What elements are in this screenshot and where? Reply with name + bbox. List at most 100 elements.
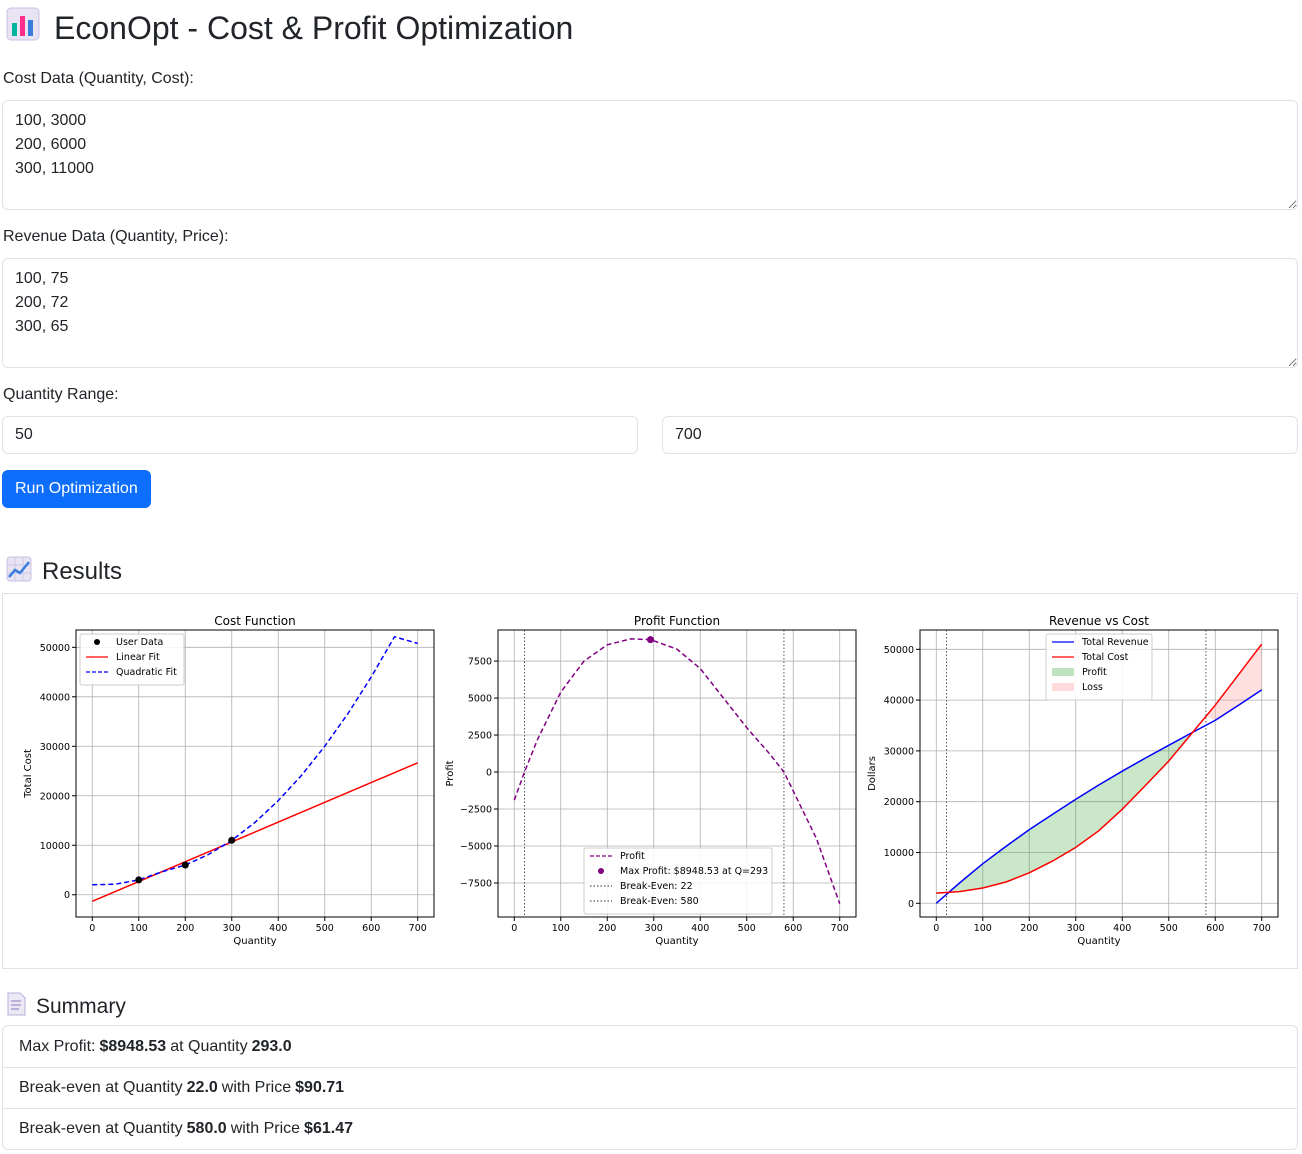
chart-2-y-tick-label: 2500 bbox=[468, 731, 492, 742]
chart-1-x-tick-label: 100 bbox=[130, 923, 148, 934]
chart-1-legend-marker bbox=[94, 639, 100, 645]
chart-3-x-tick-label: 400 bbox=[1113, 923, 1131, 934]
summary-text: with Price bbox=[221, 1079, 292, 1096]
chart-3-x-tick-label: 300 bbox=[1067, 923, 1085, 934]
chart-2-x-tick-label: 400 bbox=[691, 923, 709, 934]
chart-1-y-tick-label: 40000 bbox=[40, 692, 70, 703]
chart-2-legend-label: Break-Even: 22 bbox=[620, 881, 693, 892]
summary-text: with Price bbox=[230, 1120, 301, 1137]
chart-3-x-tick-label: 0 bbox=[933, 923, 939, 934]
chart-3-y-tick-label: 50000 bbox=[884, 645, 914, 656]
chart-1-legend-label: Quadratic Fit bbox=[116, 667, 177, 678]
results-charts: 0 100 200 300 400 500 600 700 0 10000 20000 30000 40… bbox=[2, 593, 1298, 969]
chart-3-y-tick-label: 10000 bbox=[884, 848, 914, 859]
chart-3-legend-label: Total Cost bbox=[1081, 652, 1129, 663]
summary-value: 22.0 bbox=[186, 1079, 218, 1096]
results-heading: Results bbox=[6, 556, 123, 589]
chart-2-x-tick-label: 600 bbox=[784, 923, 802, 934]
chart-2-x-tick-label: 500 bbox=[738, 923, 756, 934]
summary-text: Max Profit: bbox=[19, 1037, 96, 1055]
chart-1-y-tick-label: 0 bbox=[64, 890, 70, 901]
page: EconOpt - Cost & Profit Optimization Cos… bbox=[0, 0, 1302, 1154]
chart-1-y-axis-label: Total Cost bbox=[23, 749, 34, 799]
cost-data-label: Cost Data (Quantity, Cost): bbox=[3, 70, 194, 87]
chart-1-y-tick-label: 20000 bbox=[40, 791, 70, 802]
chart-2-legend-label: Break-Even: 580 bbox=[620, 896, 699, 907]
chart-2-y-tick-label: 5000 bbox=[468, 694, 492, 705]
document-icon bbox=[6, 992, 26, 1022]
chart-2-y-tick-label: 0 bbox=[486, 768, 492, 779]
summary-item-break-even-1: Break-even at Quantity 22.0 with Price $… bbox=[3, 1067, 1297, 1108]
chart-2-x-tick-label: 100 bbox=[552, 923, 570, 934]
summary-item-max-profit: Max Profit: $8948.53 at Quantity 293.0 bbox=[3, 1026, 1297, 1067]
chart-1-data-point bbox=[135, 876, 143, 884]
summary-text: Break-even at Quantity bbox=[19, 1120, 183, 1137]
summary-value: $8948.53 bbox=[99, 1037, 167, 1055]
charts-canvas: 0 100 200 300 400 500 600 700010000200003000040… bbox=[23, 614, 1279, 947]
summary-text: Break-even at Quantity bbox=[19, 1079, 183, 1096]
quantity-max-input[interactable] bbox=[662, 416, 1298, 454]
chart-1-x-tick-label: 200 bbox=[176, 923, 194, 934]
chart-2-title: Profit Function bbox=[634, 614, 720, 628]
chart-3-x-tick-label: 200 bbox=[1020, 923, 1038, 934]
chart-2-x-tick-label: 300 bbox=[645, 923, 663, 934]
summary-value: $61.47 bbox=[304, 1120, 353, 1137]
revenue-data-textarea[interactable]: 100, 75 200, 72 300, 65 bbox=[2, 258, 1298, 368]
chart-1-x-tick-label: 300 bbox=[223, 923, 241, 934]
chart-2-y-axis-label: Profit bbox=[445, 760, 456, 786]
chart-2-y-tick-label: −7500 bbox=[460, 878, 492, 889]
summary-heading: Summary bbox=[6, 992, 126, 1022]
revenue-data-label: Revenue Data (Quantity, Price): bbox=[3, 228, 229, 245]
summary-value: $90.71 bbox=[295, 1079, 345, 1096]
chart-2-x-axis-label: Quantity bbox=[655, 936, 698, 947]
chart-1-data-point bbox=[181, 861, 189, 869]
chart-1-title: Cost Function bbox=[214, 614, 296, 628]
line-chart-icon bbox=[6, 556, 32, 589]
quantity-min-input[interactable] bbox=[2, 416, 638, 454]
chart-3-x-axis-label: Quantity bbox=[1077, 936, 1120, 947]
page-title: EconOpt - Cost & Profit Optimization bbox=[6, 6, 573, 50]
chart-3-legend-label: Total Revenue bbox=[1081, 637, 1149, 648]
run-optimization-button[interactable]: Run Optimization bbox=[2, 470, 151, 508]
chart-3-legend-label: Loss bbox=[1082, 682, 1103, 693]
chart-2-max-profit-point bbox=[646, 636, 654, 644]
summary-value: 293.0 bbox=[251, 1037, 292, 1055]
chart-2-legend-label: Profit bbox=[620, 851, 645, 862]
summary-item-break-even-2: Break-even at Quantity 580.0 with Price … bbox=[3, 1108, 1297, 1149]
chart-1-x-tick-label: 700 bbox=[409, 923, 427, 934]
chart-1-y-tick-label: 30000 bbox=[40, 742, 70, 753]
chart-1-legend-label: User Data bbox=[116, 637, 163, 648]
chart-1-data-point bbox=[228, 836, 236, 844]
chart-2-x-tick-label: 700 bbox=[831, 923, 849, 934]
chart-2-y-tick-label: 7500 bbox=[468, 657, 492, 668]
chart-1-x-tick-label: 500 bbox=[316, 923, 334, 934]
chart-1-x-tick-label: 400 bbox=[269, 923, 287, 934]
chart-3-x-tick-label: 500 bbox=[1160, 923, 1178, 934]
chart-2-y-tick-label: −5000 bbox=[460, 841, 492, 852]
summary-text: at Quantity bbox=[170, 1037, 248, 1055]
chart-3-y-tick-label: 20000 bbox=[884, 797, 914, 808]
chart-1-x-tick-label: 0 bbox=[89, 923, 95, 934]
chart-1-x-tick-label: 600 bbox=[362, 923, 380, 934]
page-title-text: EconOpt - Cost & Profit Optimization bbox=[54, 9, 574, 46]
summary-heading-text: Summary bbox=[36, 995, 126, 1018]
chart-2-x-tick-label: 200 bbox=[598, 923, 616, 934]
quantity-range-label: Quantity Range: bbox=[3, 386, 119, 403]
chart-3-legend-marker bbox=[1052, 668, 1074, 676]
cost-data-textarea[interactable]: 100, 3000 200, 6000 300, 11000 bbox=[2, 100, 1298, 210]
chart-1-x-axis-label: Quantity bbox=[233, 936, 276, 947]
summary-list: Max Profit: $8948.53 at Quantity 293.0 B… bbox=[2, 1025, 1298, 1150]
chart-1-y-tick-label: 50000 bbox=[40, 643, 70, 654]
chart-3-legend-marker bbox=[1052, 683, 1074, 691]
chart-3-x-tick-label: 700 bbox=[1253, 923, 1271, 934]
bar-chart-icon bbox=[6, 7, 40, 49]
chart-3-x-tick-label: 100 bbox=[974, 923, 992, 934]
chart-1-y-tick-label: 10000 bbox=[40, 841, 70, 852]
chart-3-y-tick-label: 30000 bbox=[884, 746, 914, 757]
chart-3-legend-label: Profit bbox=[1082, 667, 1107, 678]
chart-2-y-tick-label: −2500 bbox=[460, 805, 492, 816]
chart-1-legend-label: Linear Fit bbox=[116, 652, 160, 663]
chart-2-legend-marker bbox=[598, 868, 604, 874]
results-heading-text: Results bbox=[42, 558, 123, 585]
chart-3-y-axis-label: Dollars bbox=[867, 756, 878, 791]
